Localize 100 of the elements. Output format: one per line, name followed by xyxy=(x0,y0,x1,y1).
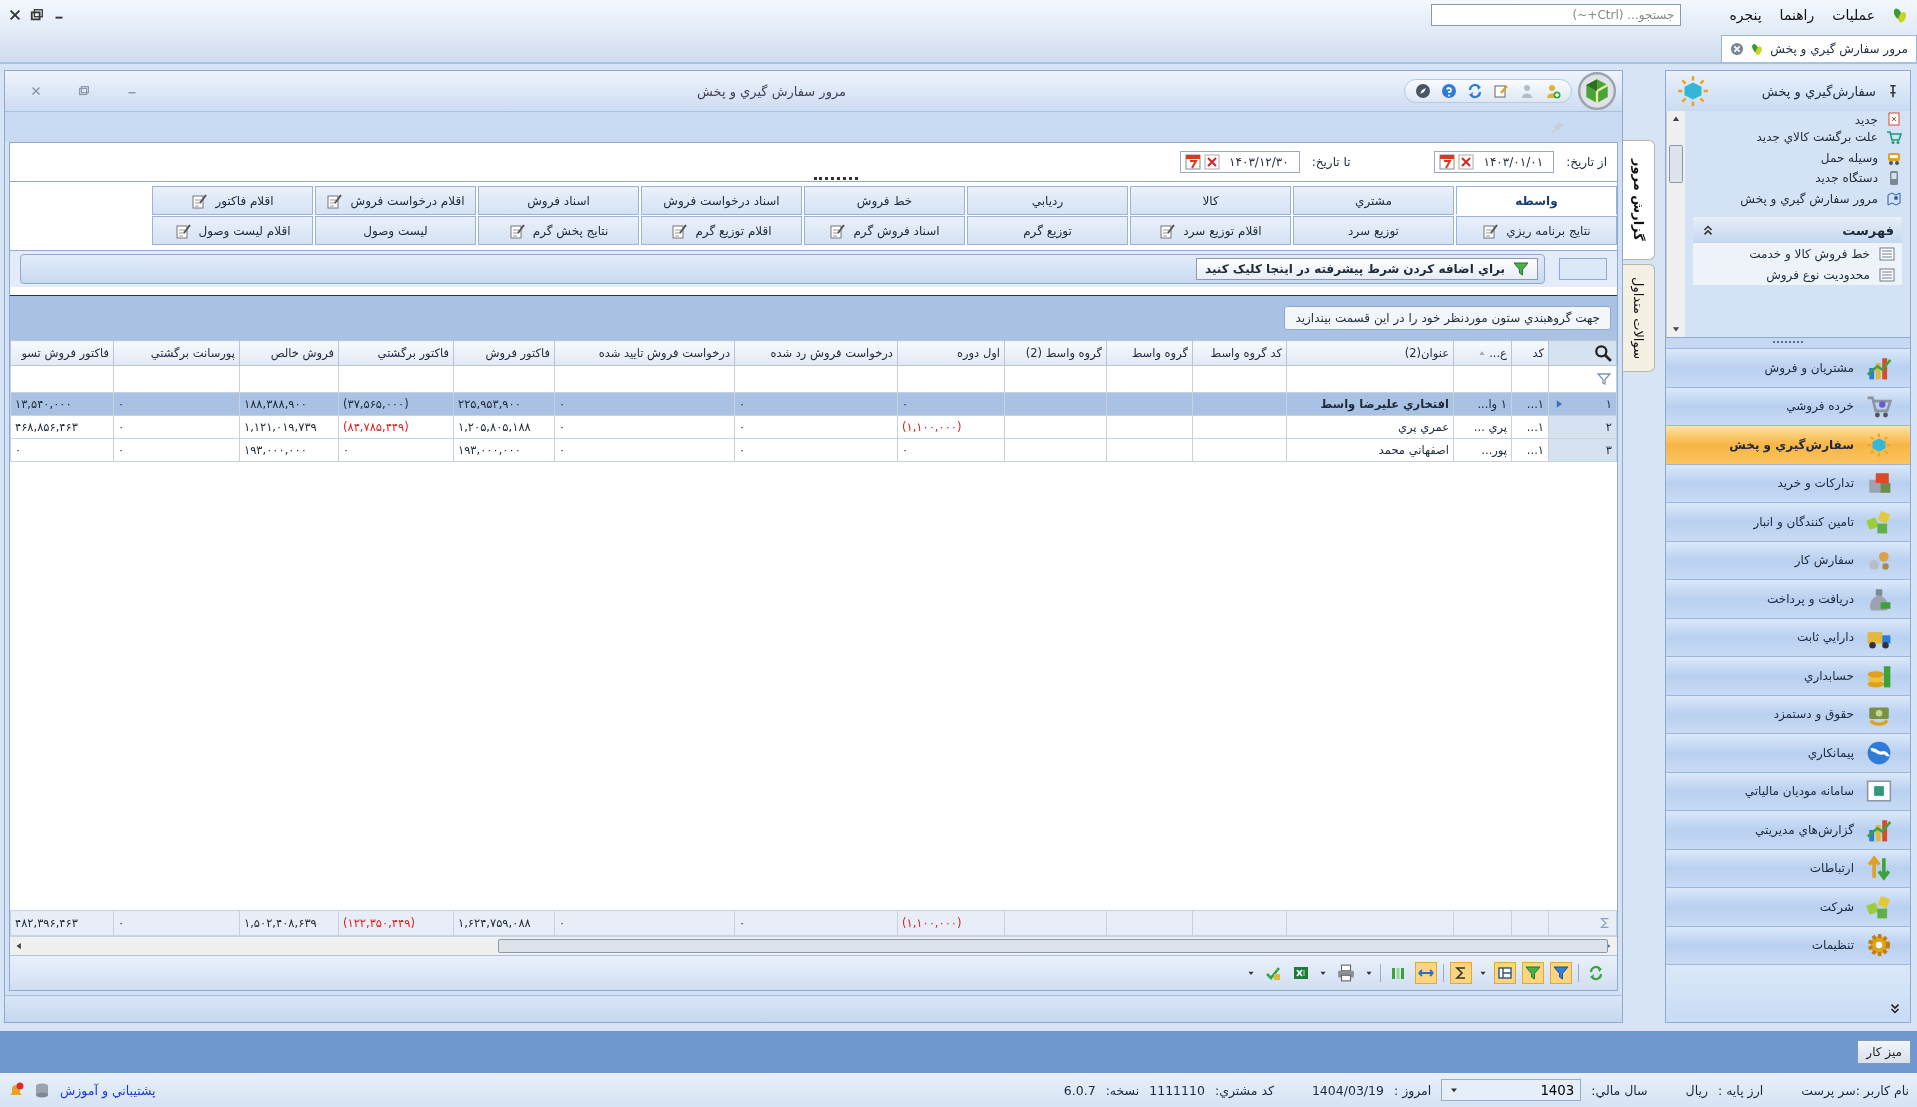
column-header[interactable]: درخواست فروش تاييد شده xyxy=(554,340,735,366)
refresh-icon[interactable] xyxy=(1588,965,1604,981)
expand-icon[interactable] xyxy=(1888,1002,1902,1016)
tab[interactable]: توزيع سرد xyxy=(1293,216,1454,245)
date-field[interactable]: ۱۴۰۳/۰۱/۰۱ xyxy=(1434,151,1555,173)
list-item[interactable]: خط فروش کالا و خدمت xyxy=(1693,243,1902,264)
column-header[interactable]: اول دوره xyxy=(897,340,1005,366)
scroll-up-icon[interactable] xyxy=(1671,114,1681,124)
tab[interactable]: اقلام درخواست فروش xyxy=(315,186,476,215)
tab[interactable]: توزيع گرم xyxy=(967,216,1128,245)
edit-icon[interactable] xyxy=(1493,83,1509,99)
scrollbar-thumb[interactable] xyxy=(1669,145,1683,183)
list-item[interactable]: محدوديت نوع فروش xyxy=(1693,264,1902,285)
tab[interactable]: واسطه xyxy=(1456,186,1617,215)
table-cell: ۱,۱۲۱,۰۱۹,۷۳۹ xyxy=(239,415,339,439)
tab[interactable]: اقلام توزيع سرد xyxy=(1130,216,1291,245)
filter-icon[interactable] xyxy=(1596,371,1612,387)
table-cell: (۱۲۲,۳۵۰,۴۴۹) xyxy=(338,910,454,936)
column-header[interactable]: درخواست فروش رد شده xyxy=(734,340,898,366)
shortcut-item[interactable]: جديد xyxy=(1693,111,1902,127)
collapse-icon[interactable] xyxy=(1701,223,1715,237)
cube-icon xyxy=(1676,74,1710,108)
menu-item[interactable]: راهنما xyxy=(1777,5,1817,25)
shortcut-item[interactable]: دستگاه جديد xyxy=(1693,168,1902,189)
vertical-tab[interactable]: گزارش مرور xyxy=(1623,140,1655,260)
restore-icon[interactable] xyxy=(30,8,44,22)
filter-field[interactable] xyxy=(1559,258,1607,280)
clear-icon[interactable] xyxy=(1204,154,1221,170)
shortcut-item[interactable]: مرور سفارش گيري و پخش xyxy=(1693,188,1902,209)
taskbar-button[interactable]: ميز کار xyxy=(1857,1040,1911,1064)
columns-icon[interactable] xyxy=(1390,965,1406,981)
tab[interactable]: نتايج پخش گرم xyxy=(478,216,639,245)
chip-icon xyxy=(1866,778,1892,805)
field-label: از تاريخ: xyxy=(1566,155,1607,169)
column-header[interactable]: عنوان(2) xyxy=(1286,340,1454,366)
filter-icon[interactable] xyxy=(1553,965,1569,981)
column-header[interactable]: کد xyxy=(1511,340,1549,366)
help-icon[interactable] xyxy=(1441,83,1457,99)
compass-icon[interactable] xyxy=(1415,83,1431,99)
calendar-icon[interactable] xyxy=(1185,154,1202,170)
tab[interactable]: اسناد درخواست فروش xyxy=(641,186,802,215)
close-icon[interactable] xyxy=(8,8,22,22)
row-number: ۳ xyxy=(1605,443,1612,457)
tab[interactable]: اقلام فاکتور xyxy=(152,186,313,215)
module-button[interactable]: سفارش‌گيري و پخش xyxy=(1666,425,1910,464)
refresh-icon[interactable] xyxy=(1467,83,1483,99)
excel-icon[interactable] xyxy=(1293,965,1309,981)
column-header[interactable]: فروش خالص xyxy=(239,340,339,366)
table-cell: ۱۹۳,۰۰۰,۰۰۰ xyxy=(453,438,555,462)
database-icon[interactable] xyxy=(34,1082,50,1098)
table-cell: ۰ xyxy=(554,392,735,416)
field-label: سال مالي: xyxy=(1591,1082,1648,1098)
filter-icon[interactable] xyxy=(1525,965,1541,981)
scroll-down-icon[interactable] xyxy=(1671,324,1681,334)
date-field[interactable]: ۱۴۰۳/۱۲/۳۰ xyxy=(1180,151,1300,173)
column-header[interactable]: فاکتور برگشتي xyxy=(338,340,454,366)
row-number: ۲ xyxy=(1605,420,1612,434)
check-icon[interactable] xyxy=(1265,965,1281,981)
support-link[interactable]: پشتيباني و آموزش xyxy=(60,1082,156,1098)
filter-bar[interactable]: براي اضافه کردن شرط پيشرفته در اينجا کليک کنيد xyxy=(20,254,1545,284)
column-header[interactable]: گروه واسط xyxy=(1106,340,1193,366)
filter-button[interactable]: براي اضافه کردن شرط پيشرفته در اينجا کليک کنيد xyxy=(1195,258,1538,280)
add-user-icon[interactable] xyxy=(1545,83,1561,99)
shortcut-item[interactable]: علت برگشت کالاي جديد xyxy=(1693,127,1902,148)
group-panel-hint: جهت گروهبندي ستون موردنظر خود را در اين قسمت بيندازيد xyxy=(1284,306,1611,330)
search-field[interactable]: جستجو... (Ctrl+~) xyxy=(1431,4,1682,26)
tab[interactable]: نتايج برنامه ريزي xyxy=(1456,216,1617,245)
vertical-tab[interactable]: سوالات متداول xyxy=(1623,263,1655,372)
column-header[interactable]: پورسانت برگشتي xyxy=(113,340,240,366)
print-icon[interactable] xyxy=(1337,964,1355,982)
column-header[interactable]: کد گروه واسط xyxy=(1192,340,1287,366)
menu-item[interactable]: پنجره xyxy=(1727,5,1764,25)
blocks-icon xyxy=(1866,893,1892,920)
tab[interactable]: مشتري xyxy=(1293,186,1454,215)
tab[interactable]: اقلام توزيع گرم xyxy=(641,216,802,245)
year-dropdown[interactable]: 1403 xyxy=(1441,1079,1582,1101)
scroll-left-icon[interactable] xyxy=(14,941,24,951)
tab[interactable]: اقلام ليست وصول xyxy=(152,216,313,245)
document-tab[interactable]: مرور سفارش گيري و پخش xyxy=(1721,35,1917,62)
currency-value: ريال xyxy=(1685,1082,1708,1098)
tab[interactable]: اسناد فروش گرم xyxy=(804,216,965,245)
column-header[interactable]: گروه واسط (2) xyxy=(1004,340,1107,366)
calendar-icon[interactable] xyxy=(1439,154,1456,170)
menu-item[interactable]: عمليات xyxy=(1830,5,1877,25)
tab[interactable]: اسناد فروش xyxy=(478,186,639,215)
table-cell: افتخاري عليرضا واسط xyxy=(1286,392,1454,416)
tab[interactable]: ليست وصول xyxy=(315,216,476,245)
bell-icon[interactable] xyxy=(8,1082,24,1098)
scrollbar-thumb[interactable] xyxy=(498,939,1608,953)
clear-icon[interactable] xyxy=(1458,154,1475,170)
layout-icon[interactable] xyxy=(1497,965,1513,981)
column-header[interactable]: فاکتور فروش xyxy=(453,340,555,366)
column-header[interactable]: فاکتور فروش تسو xyxy=(10,340,114,366)
shortcut-item[interactable]: وسيله حمل xyxy=(1693,147,1902,168)
tab[interactable]: کالا xyxy=(1130,186,1291,215)
tab[interactable]: خط فروش xyxy=(804,186,965,215)
search-icon[interactable] xyxy=(1594,344,1612,362)
field-label: ارز پايه : xyxy=(1718,1082,1764,1098)
column-header[interactable]: ع... xyxy=(1453,340,1512,366)
tab[interactable]: رديابي xyxy=(967,186,1128,215)
